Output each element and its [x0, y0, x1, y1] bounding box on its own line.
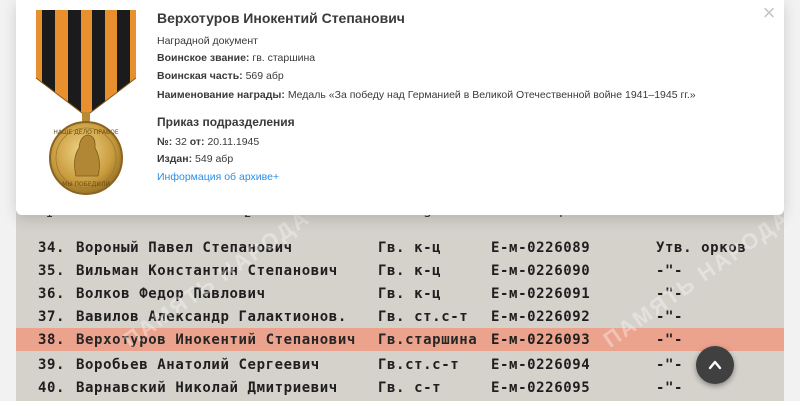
row-note: -"-: [656, 357, 684, 373]
rank-value: гв. старшина: [252, 52, 316, 64]
scroll-to-top-button[interactable]: [696, 346, 734, 384]
order-issued-label: Издан:: [157, 153, 193, 165]
row-note: -"-: [656, 332, 684, 348]
order-issued-value: 549 абр: [195, 153, 234, 165]
scan-row: 35. Вильман Константин Степанович Гв. к-…: [16, 259, 784, 282]
row-number: 34.: [38, 240, 66, 256]
row-number: 38.: [38, 332, 66, 348]
unit-line: Воинская часть: 569 абр: [157, 70, 284, 82]
row-document: Е-м-0226092: [491, 309, 591, 325]
row-rank: Гв. к-ц: [378, 263, 442, 279]
scan-row: 40. Варнавский Николай Дмитриевич Гв. с-…: [16, 376, 784, 399]
row-name: Вавилов Александр Галактионов.: [76, 309, 347, 325]
award-info-card: НАШЕ ДЕЛО ПРАВОЕ МЫ ПОБЕДИЛИ × Верхотуро…: [16, 0, 784, 215]
row-document: Е-м-0226095: [491, 380, 591, 396]
row-document: Е-м-0226094: [491, 357, 591, 373]
person-name: Верхотуров Инокентий Степанович: [157, 10, 405, 26]
row-document: Е-м-0226089: [491, 240, 591, 256]
row-number: 36.: [38, 286, 66, 302]
medal-inscription: МЫ ПОБЕДИЛИ: [62, 181, 110, 188]
row-number: 39.: [38, 357, 66, 373]
award-label: Наименование награды:: [157, 89, 285, 101]
scan-row: 34. Вороный Павел Степанович Гв. к-ц Е-м…: [16, 236, 784, 259]
row-document: Е-м-0226090: [491, 263, 591, 279]
order-number-line: №: 32 от: 20.11.1945: [157, 136, 259, 148]
row-note: -"-: [656, 380, 684, 396]
row-rank: Гв. к-ц: [378, 286, 442, 302]
order-number-label: №:: [157, 136, 173, 148]
row-rank: Гв. к-ц: [378, 240, 442, 256]
row-rank: Гв.старшина: [378, 332, 478, 348]
close-icon: ×: [762, 0, 776, 25]
order-title: Приказ подразделения: [157, 115, 295, 129]
document-type: Наградной документ: [157, 35, 258, 47]
row-document: Е-м-0226093: [491, 332, 591, 348]
order-issued-line: Издан: 549 абр: [157, 153, 233, 165]
ribbon-of-saint-george: [36, 10, 136, 116]
row-rank: Гв. ст.с-т: [378, 309, 469, 325]
archive-info-link[interactable]: Информация об архиве+: [157, 171, 279, 183]
row-rank: Гв.ст.с-т: [378, 357, 460, 373]
order-number-value: 32: [175, 136, 187, 148]
chevron-up-icon: [708, 360, 722, 370]
row-name: Воробьев Анатолий Сергеевич: [76, 357, 320, 373]
close-button[interactable]: ×: [758, 2, 780, 24]
row-number: 40.: [38, 380, 66, 396]
award-line: Наименование награды: Медаль «За победу …: [157, 89, 696, 101]
rank-line: Воинское звание: гв. старшина: [157, 52, 315, 64]
unit-value: 569 абр: [245, 70, 284, 82]
row-rank: Гв. с-т: [378, 380, 442, 396]
unit-label: Воинская часть:: [157, 70, 243, 82]
archive-document-scan: I 2 3 4 34. Вороный Павел Степанович Гв.…: [16, 196, 784, 401]
scan-row: 39. Воробьев Анатолий Сергеевич Гв.ст.с-…: [16, 353, 784, 376]
medal-image: НАШЕ ДЕЛО ПРАВОЕ МЫ ПОБЕДИЛИ: [35, 10, 137, 195]
row-name: Варнавский Николай Дмитриевич: [76, 380, 338, 396]
row-number: 35.: [38, 263, 66, 279]
order-date-label: от:: [189, 136, 205, 148]
row-document: Е-м-0226091: [491, 286, 591, 302]
row-name: Верхотуров Инокентий Степанович: [76, 332, 356, 348]
row-number: 37.: [38, 309, 66, 325]
rank-label: Воинское звание:: [157, 52, 250, 64]
order-date-value: 20.11.1945: [207, 136, 260, 148]
medal-inscription: НАШЕ ДЕЛО ПРАВОЕ: [53, 129, 118, 136]
award-value: Медаль «За победу над Германией в Велико…: [287, 89, 696, 101]
